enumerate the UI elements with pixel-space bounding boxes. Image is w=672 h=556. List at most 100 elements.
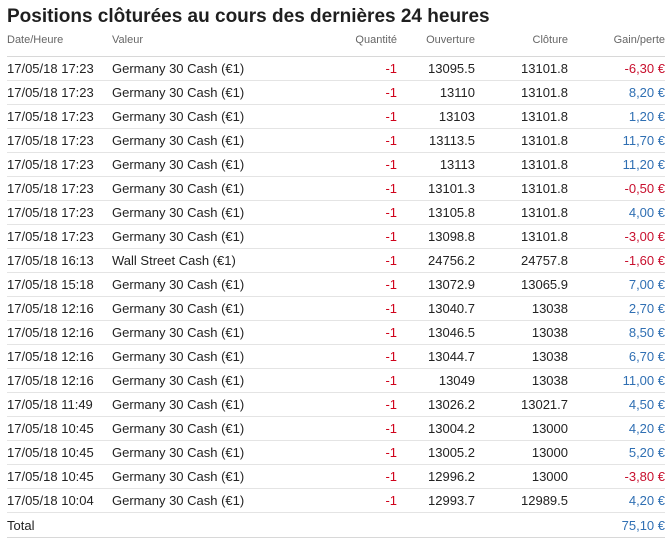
cell-valeur: Germany 30 Cash (€1) [112,368,322,393]
cell-ouverture: 13110 [397,80,475,105]
cell-date: 17/05/18 17:23 [7,128,112,153]
cell-valeur: Germany 30 Cash (€1) [112,440,322,465]
cell-cloture: 13101.8 [475,80,568,105]
cell-valeur: Germany 30 Cash (€1) [112,320,322,345]
cell-cloture: 13101.8 [475,104,568,129]
cell-valeur: Germany 30 Cash (€1) [112,56,322,81]
cell-ouverture: 13095.5 [397,56,475,81]
cell-cloture: 24757.8 [475,248,568,273]
table-row: 17/05/18 15:18 Germany 30 Cash (€1) -1 1307… [7,272,665,297]
cell-gain: 4,50 € [568,392,665,417]
table-row: 17/05/18 17:23 Germany 30 Cash (€1) -1 1310… [7,200,665,225]
cell-quantite: -1 [322,392,397,417]
cell-gain: 5,20 € [568,440,665,465]
cell-ouverture: 13105.8 [397,200,475,225]
cell-valeur: Germany 30 Cash (€1) [112,176,322,201]
cell-gain: -6,30 € [568,56,665,81]
cell-date: 17/05/18 17:23 [7,104,112,129]
table-row: 17/05/18 17:23 Germany 30 Cash (€1) -1 1311… [7,80,665,105]
table-row: 17/05/18 11:49 Germany 30 Cash (€1) -1 1302… [7,392,665,417]
table-row: 17/05/18 17:23 Germany 30 Cash (€1) -1 1310… [7,104,665,129]
cell-gain: 7,00 € [568,272,665,297]
cell-cloture: 13038 [475,368,568,393]
cell-quantite: -1 [322,440,397,465]
table-row: 17/05/18 12:16 Germany 30 Cash (€1) -1 1304… [7,296,665,321]
cell-gain: -0,50 € [568,176,665,201]
cell-gain: -3,00 € [568,224,665,249]
col-header-valeur: Valeur [112,34,322,57]
cell-gain: 8,50 € [568,320,665,345]
table-row: 17/05/18 17:23 Germany 30 Cash (€1) -1 1311… [7,128,665,153]
cell-quantite: -1 [322,176,397,201]
cell-valeur: Germany 30 Cash (€1) [112,152,322,177]
cell-date: 17/05/18 16:13 [7,248,112,273]
cell-quantite: -1 [322,488,397,513]
page-title: Positions clôturées au cours des dernièr… [7,6,490,27]
cell-valeur: Germany 30 Cash (€1) [112,464,322,489]
cell-date: 17/05/18 17:23 [7,80,112,105]
positions-table: Date/Heure Valeur Quantité Ouverture Clô… [7,34,665,538]
cell-gain: 11,00 € [568,368,665,393]
cell-ouverture: 13101.3 [397,176,475,201]
cell-date: 17/05/18 12:16 [7,296,112,321]
table-row: 17/05/18 10:45 Germany 30 Cash (€1) -1 1300… [7,440,665,465]
cell-quantite: -1 [322,344,397,369]
cell-valeur: Germany 30 Cash (€1) [112,344,322,369]
cell-valeur: Germany 30 Cash (€1) [112,488,322,513]
cell-cloture: 13000 [475,440,568,465]
cell-quantite: -1 [322,416,397,441]
cell-cloture: 13038 [475,344,568,369]
cell-cloture: 13101.8 [475,224,568,249]
cell-quantite: -1 [322,368,397,393]
cell-date: 17/05/18 12:16 [7,320,112,345]
cell-valeur: Germany 30 Cash (€1) [112,80,322,105]
cell-gain: 4,20 € [568,416,665,441]
cell-gain: 4,00 € [568,200,665,225]
cell-quantite: -1 [322,104,397,129]
cell-ouverture: 13040.7 [397,296,475,321]
cell-cloture: 13000 [475,416,568,441]
cell-quantite: -1 [322,80,397,105]
cell-valeur: Germany 30 Cash (€1) [112,128,322,153]
cell-gain: -1,60 € [568,248,665,273]
cell-ouverture: 13072.9 [397,272,475,297]
cell-date: 17/05/18 10:04 [7,488,112,513]
cell-cloture: 13101.8 [475,128,568,153]
cell-ouverture: 24756.2 [397,248,475,273]
cell-cloture: 13021.7 [475,392,568,417]
cell-ouverture: 13113.5 [397,128,475,153]
cell-ouverture: 13113 [397,152,475,177]
cell-cloture: 13065.9 [475,272,568,297]
table-row: 17/05/18 12:16 Germany 30 Cash (€1) -1 1304… [7,320,665,345]
cell-date: 17/05/18 11:49 [7,392,112,417]
cell-gain: 2,70 € [568,296,665,321]
cell-date: 17/05/18 17:23 [7,200,112,225]
cell-cloture: 13101.8 [475,152,568,177]
cell-date: 17/05/18 17:23 [7,56,112,81]
cell-valeur: Germany 30 Cash (€1) [112,296,322,321]
col-header-cloture: Clôture [475,34,568,57]
cell-gain: 6,70 € [568,344,665,369]
table-row: 17/05/18 17:23 Germany 30 Cash (€1) -1 1311… [7,152,665,177]
cell-date: 17/05/18 17:23 [7,224,112,249]
table-header-row: Date/Heure Valeur Quantité Ouverture Clô… [7,34,665,57]
cell-quantite: -1 [322,224,397,249]
cell-date: 17/05/18 17:23 [7,152,112,177]
cell-quantite: -1 [322,128,397,153]
table-row: 17/05/18 12:16 Germany 30 Cash (€1) -1 1304… [7,368,665,393]
cell-quantite: -1 [322,464,397,489]
col-header-ouverture: Ouverture [397,34,475,57]
cell-valeur: Germany 30 Cash (€1) [112,104,322,129]
cell-date: 17/05/18 12:16 [7,344,112,369]
total-label: Total [7,512,112,538]
total-row: Total 75,10 € [7,512,665,538]
col-header-quantite: Quantité [322,34,397,57]
cell-date: 17/05/18 12:16 [7,368,112,393]
cell-ouverture: 13044.7 [397,344,475,369]
cell-cloture: 13101.8 [475,200,568,225]
cell-cloture: 13101.8 [475,56,568,81]
table-row: 17/05/18 10:45 Germany 30 Cash (€1) -1 1299… [7,464,665,489]
cell-gain: -3,80 € [568,464,665,489]
cell-date: 17/05/18 10:45 [7,416,112,441]
table-row: 17/05/18 10:45 Germany 30 Cash (€1) -1 1300… [7,416,665,441]
